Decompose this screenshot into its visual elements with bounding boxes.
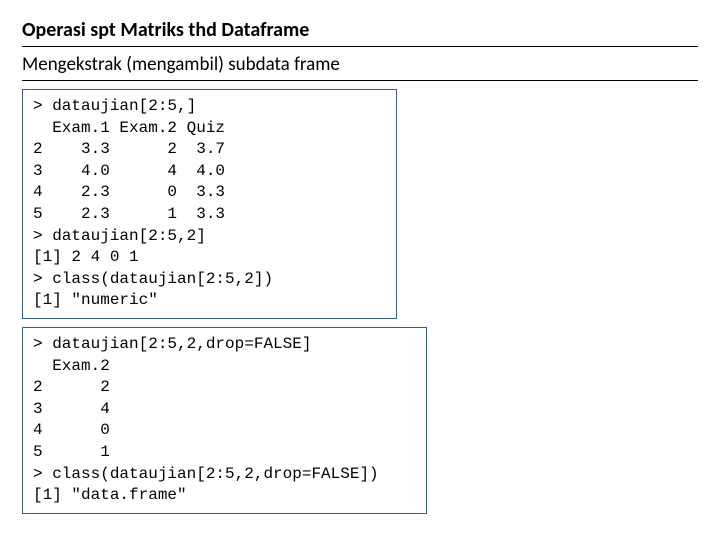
page-title: Operasi spt Matriks thd Dataframe: [22, 18, 698, 47]
code-block-2: > dataujian[2:5,2,drop=FALSE] Exam.2 2 2…: [22, 327, 427, 514]
page-subtitle: Mengekstrak (mengambil) subdata frame: [22, 53, 698, 81]
code-block-1: > dataujian[2:5,] Exam.1 Exam.2 Quiz 2 3…: [22, 89, 397, 319]
